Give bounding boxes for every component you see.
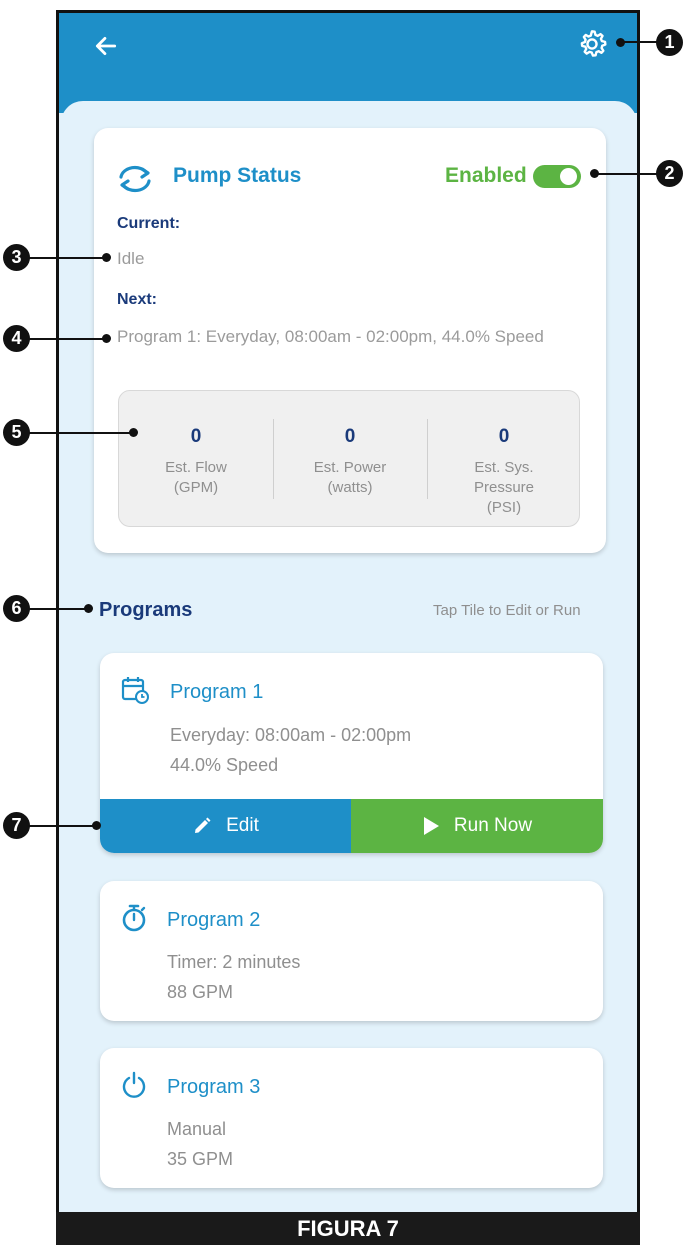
callout-line (26, 257, 106, 259)
play-icon (423, 817, 439, 835)
program-3-name: Program 3 (167, 1076, 261, 1098)
callout-line (620, 41, 660, 43)
program-3-flow: 35 GPM (167, 1149, 234, 1169)
edit-label: Edit (226, 815, 259, 836)
current-label: Current: (117, 215, 181, 232)
program-tile-3[interactable]: Program 3 Manual 35 GPM (100, 1048, 603, 1188)
calendar-clock-icon (121, 677, 149, 704)
pencil-icon (195, 817, 211, 833)
callout-dot (129, 428, 138, 437)
stat-power-value: 0 (344, 426, 356, 447)
programs-title: Programs (99, 599, 193, 621)
program-1-name: Program 1 (170, 681, 264, 703)
power-icon (122, 1071, 146, 1098)
app-screen: Pump Status Enabled Current: Idle Next: … (56, 10, 640, 1213)
callout-line (26, 338, 106, 340)
current-value: Idle (117, 249, 145, 268)
program-tile-2[interactable]: Program 2 Timer: 2 minutes 88 GPM (100, 881, 603, 1021)
programs-hint: Tap Tile to Edit or Run (433, 602, 581, 619)
stat-pressure-value: 0 (498, 426, 510, 447)
program-2-name: Program 2 (167, 909, 261, 931)
next-value: Program 1: Everyday, 08:00am - 02:00pm, … (117, 327, 544, 346)
callout-line (26, 432, 134, 434)
run-now-button[interactable]: Run Now (351, 799, 603, 853)
callout-2: 2 (656, 160, 683, 187)
enabled-label: Enabled (445, 164, 527, 187)
callout-dot (102, 253, 111, 262)
enabled-toggle[interactable] (533, 165, 581, 188)
program-2-timer: Timer: 2 minutes (167, 952, 301, 972)
next-label: Next: (117, 291, 158, 308)
program-1-schedule: Everyday: 08:00am - 02:00pm (170, 725, 412, 745)
callout-line (26, 825, 96, 827)
stat-pressure: 0 Est. Sys. Pressure (PSI) (427, 391, 581, 526)
stat-power: 0 Est. Power (watts) (273, 391, 427, 526)
stopwatch-icon (122, 904, 146, 932)
figure-caption: FIGURA 7 (56, 1212, 640, 1245)
toggle-knob (560, 168, 577, 185)
pump-status-card: Pump Status Enabled Current: Idle Next: … (94, 128, 606, 553)
stat-flow-label: Est. Flow (GPM) (165, 459, 227, 496)
stat-flow: 0 Est. Flow (GPM) (119, 391, 273, 526)
callout-line (594, 173, 660, 175)
pump-status-title: Pump Status (173, 164, 302, 187)
callout-1: 1 (656, 29, 683, 56)
program-tile-1[interactable]: Program 1 Everyday: 08:00am - 02:00pm 44… (100, 653, 603, 853)
program-3-mode: Manual (167, 1119, 227, 1139)
stat-pressure-label: Est. Sys. Pressure (PSI) (473, 459, 535, 516)
run-now-label: Run Now (453, 815, 533, 836)
stats-panel: 0 Est. Flow (GPM) 0 Est. Power (watts) 0… (118, 390, 580, 527)
callout-dot (92, 821, 101, 830)
program-2-flow: 88 GPM (167, 982, 234, 1002)
gear-icon[interactable] (576, 28, 608, 60)
stat-power-label: Est. Power (watts) (313, 459, 387, 496)
stat-flow-value: 0 (190, 426, 202, 447)
arrow-left-icon[interactable] (93, 33, 119, 59)
top-bar (59, 13, 637, 113)
callout-line (26, 608, 88, 610)
program-1-speed: 44.0% Speed (170, 755, 279, 775)
sync-icon (119, 165, 151, 193)
callout-dot (84, 604, 93, 613)
callout-dot (102, 334, 111, 343)
edit-button[interactable]: Edit (100, 799, 351, 853)
